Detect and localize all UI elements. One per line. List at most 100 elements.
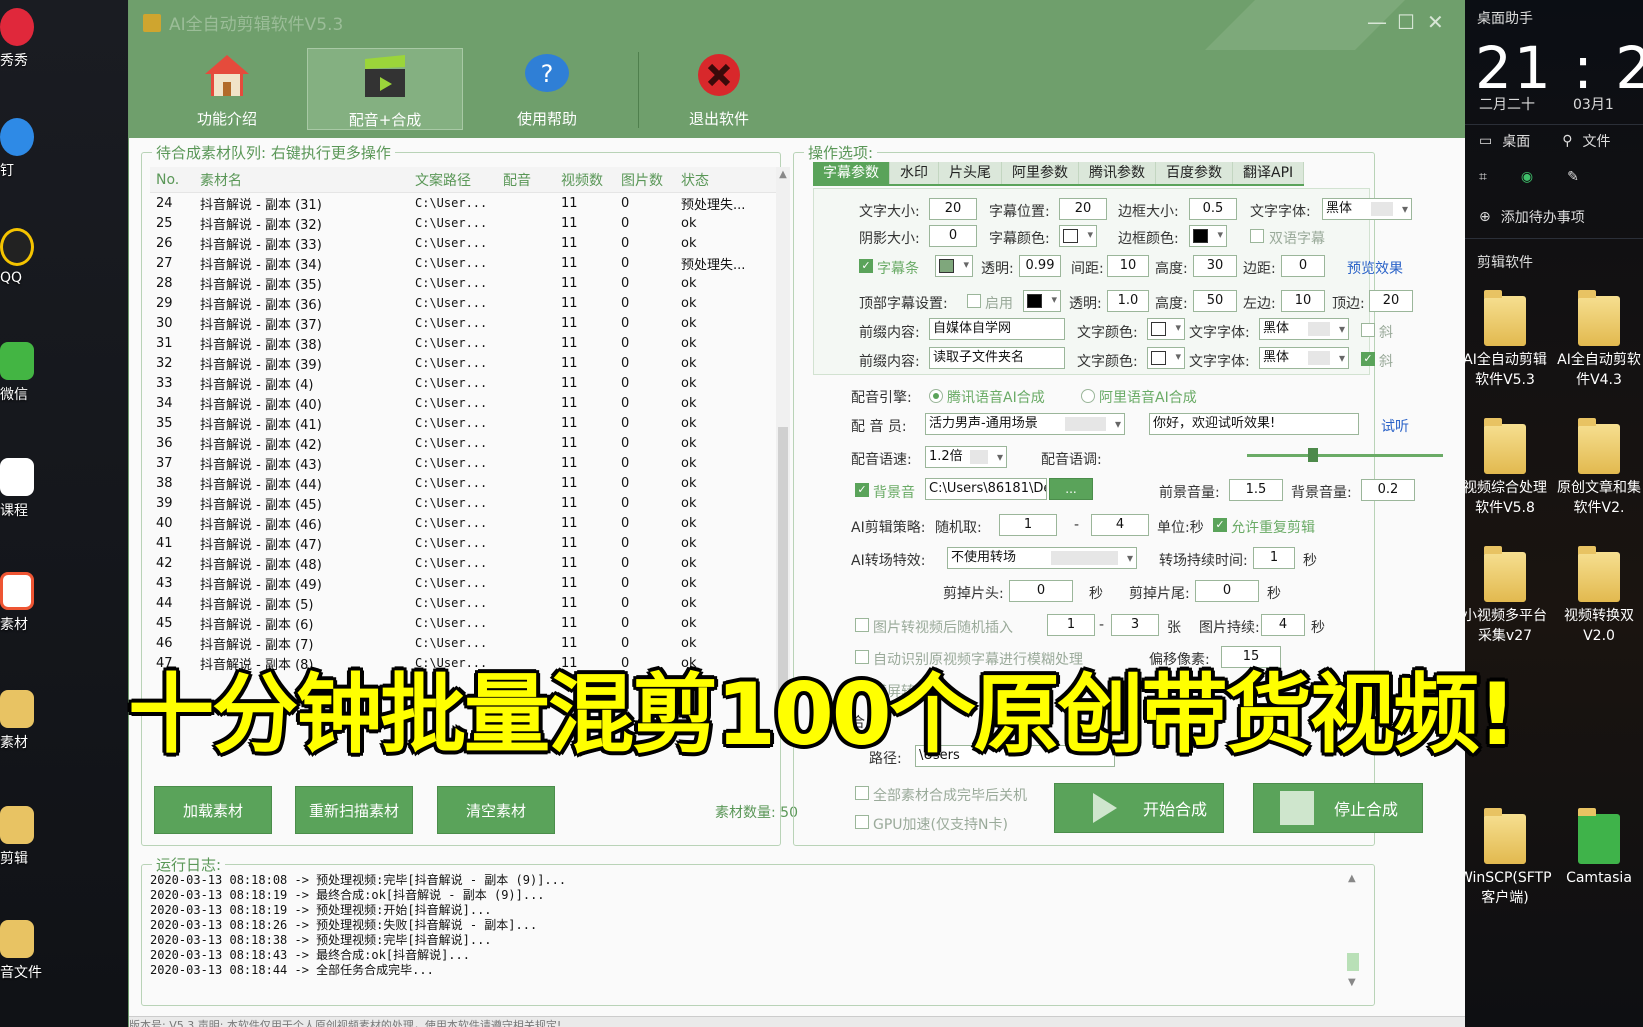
desktop-icon-wechat[interactable]: 微信 <box>0 342 60 404</box>
shadow-size-input[interactable]: 0 <box>929 225 977 247</box>
folder-icon[interactable]: 视频综合处理软件V5.8 <box>1459 418 1551 518</box>
desktop-icon-dingtalk[interactable]: 钉 <box>0 118 60 180</box>
border-size-input[interactable]: 0.5 <box>1189 198 1237 220</box>
random-min-input[interactable]: 1 <box>999 514 1057 536</box>
tab-desktop[interactable]: 桌面 <box>1502 131 1530 151</box>
folder-icon[interactable]: AI全自动剪软件V4.3 <box>1553 290 1643 390</box>
top-subtitle-color-picker[interactable] <box>1023 290 1061 312</box>
desktop-icon-meitu[interactable]: 秀秀 <box>0 8 60 70</box>
bgm-path-input[interactable]: C:\Users\86181\Desktop <box>925 478 1047 500</box>
allow-repeat-checkbox[interactable]: ✓ <box>1213 518 1227 532</box>
fg-volume-input[interactable]: 1.5 <box>1229 479 1283 501</box>
engine-tencent-radio[interactable] <box>929 389 943 403</box>
height-input[interactable]: 30 <box>1193 255 1237 277</box>
table-row[interactable]: 25 抖音解说 - 副本 (32) C:\User... 11 0 ok <box>150 213 790 233</box>
voice-select[interactable]: 活力男声-通用场景 <box>925 413 1125 435</box>
speed-select[interactable]: 1.2倍 <box>925 446 1007 468</box>
top-edge-input[interactable]: 20 <box>1369 290 1413 312</box>
table-row[interactable]: 34 抖音解说 - 副本 (40) C:\User... 11 0 ok <box>150 393 790 413</box>
margin-input[interactable]: 0 <box>1281 255 1325 277</box>
folder-icon[interactable]: WinSCP(SFTP客户端) <box>1459 808 1552 908</box>
camtasia-icon[interactable]: Camtasia <box>1553 808 1643 888</box>
table-row[interactable]: 24 抖音解说 - 副本 (31) C:\User... 11 0 预处理失... <box>150 193 790 213</box>
tab-subtitle-params[interactable]: 字幕参数 <box>813 162 890 184</box>
prefix-input-2[interactable]: 读取子文件夹名 <box>929 347 1065 369</box>
table-row[interactable]: 45 抖音解说 - 副本 (6) C:\User... 11 0 ok <box>150 613 790 633</box>
prefix-input-1[interactable]: 自媒体自学网 <box>929 318 1065 340</box>
font-size-input[interactable]: 20 <box>929 198 977 220</box>
crop-icon[interactable]: ⌗ <box>1479 169 1487 185</box>
folder-icon[interactable]: 原创文章和集软件V2. <box>1553 418 1643 518</box>
engine-ali-radio[interactable] <box>1081 389 1095 403</box>
prefix-color-picker-2[interactable] <box>1147 347 1185 369</box>
desktop-icon-qq[interactable]: QQ <box>0 228 60 286</box>
shutdown-checkbox[interactable] <box>855 786 869 800</box>
maximize-icon[interactable]: ☐ <box>1397 10 1415 34</box>
table-row[interactable]: 30 抖音解说 - 副本 (37) C:\User... 11 0 ok <box>150 313 790 333</box>
alpha-input[interactable]: 0.99 <box>1019 255 1061 277</box>
table-row[interactable]: 28 抖音解说 - 副本 (35) C:\User... 11 0 ok <box>150 273 790 293</box>
folder-icon[interactable]: 小视频多平台采集v27 <box>1459 546 1551 646</box>
italic-checkbox-2[interactable]: ✓ <box>1361 352 1375 366</box>
tab-baidu-params[interactable]: 百度参数 <box>1156 162 1233 184</box>
desktop-icon-course[interactable]: 课程 <box>0 458 60 520</box>
stop-compose-button[interactable]: 停止合成 <box>1253 783 1423 833</box>
image-insert-checkbox[interactable] <box>855 618 869 632</box>
folder-icon[interactable]: 视频转换双V2.0 <box>1553 546 1643 646</box>
top-alpha-input[interactable]: 1.0 <box>1107 290 1149 312</box>
column-header[interactable]: 文案路径 <box>415 170 503 190</box>
table-row[interactable]: 31 抖音解说 - 副本 (38) C:\User... 11 0 ok <box>150 333 790 353</box>
scroll-down-icon[interactable]: ▼ <box>1348 977 1356 988</box>
subtitle-position-input[interactable]: 20 <box>1059 198 1107 220</box>
subtitle-color-picker[interactable] <box>1059 225 1097 247</box>
table-row[interactable]: 40 抖音解说 - 副本 (46) C:\User... 11 0 ok <box>150 513 790 533</box>
tab-tencent-params[interactable]: 腾讯参数 <box>1079 162 1156 184</box>
table-row[interactable]: 32 抖音解说 - 副本 (39) C:\User... 11 0 ok <box>150 353 790 373</box>
load-material-button[interactable]: 加载素材 <box>154 786 272 834</box>
prefix-color-picker-1[interactable] <box>1147 318 1185 340</box>
tab-watermark[interactable]: 水印 <box>890 162 939 184</box>
note-icon[interactable]: ✎ <box>1567 169 1579 185</box>
tab-file[interactable]: 文件 <box>1583 131 1611 151</box>
font-select[interactable]: 黑体 <box>1322 198 1412 220</box>
table-row[interactable]: 43 抖音解说 - 副本 (49) C:\User... 11 0 ok <box>150 573 790 593</box>
column-header[interactable]: 配音 <box>503 170 561 190</box>
add-todo[interactable]: ⊕ 添加待办事项 <box>1465 202 1643 232</box>
table-row[interactable]: 39 抖音解说 - 副本 (45) C:\User... 11 0 ok <box>150 493 790 513</box>
toolbar-intro-button[interactable]: 功能介绍 <box>149 48 305 130</box>
table-row[interactable]: 27 抖音解说 - 副本 (34) C:\User... 11 0 预处理失... <box>150 253 790 273</box>
subtitle-bar-checkbox[interactable]: ✓ <box>859 259 873 273</box>
bgm-browse-button[interactable]: ... <box>1049 478 1093 500</box>
spacing-input[interactable]: 10 <box>1107 255 1149 277</box>
queue-scrollbar[interactable]: ▲ <box>776 167 790 727</box>
table-row[interactable]: 42 抖音解说 - 副本 (48) C:\User... 11 0 ok <box>150 553 790 573</box>
folder-icon[interactable]: AI全自动剪辑软件V5.3 <box>1459 290 1551 390</box>
bg-volume-input[interactable]: 0.2 <box>1361 479 1415 501</box>
rescan-material-button[interactable]: 重新扫描素材 <box>295 786 413 834</box>
italic-checkbox-1[interactable] <box>1361 323 1375 337</box>
tab-intro-outro[interactable]: 片头尾 <box>939 162 1002 184</box>
transition-duration-input[interactable]: 1 <box>1253 547 1295 569</box>
random-max-input[interactable]: 4 <box>1091 514 1149 536</box>
scroll-up-icon[interactable]: ▲ <box>1348 873 1356 884</box>
column-header[interactable]: 视频数 <box>561 170 621 190</box>
toolbar-exit-button[interactable]: 退出软件 <box>641 48 797 130</box>
tone-slider[interactable] <box>1247 448 1443 462</box>
eye-icon[interactable]: ◉ <box>1521 169 1533 185</box>
cut-head-input[interactable]: 0 <box>1009 580 1073 602</box>
desktop-icon-edit[interactable]: 剪辑 <box>0 806 60 868</box>
table-row[interactable]: 29 抖音解说 - 副本 (36) C:\User... 11 0 ok <box>150 293 790 313</box>
cut-tail-input[interactable]: 0 <box>1195 580 1259 602</box>
top-height-input[interactable]: 50 <box>1193 290 1237 312</box>
image-duration-input[interactable]: 4 <box>1261 614 1305 636</box>
transition-select[interactable]: 不使用转场 <box>947 547 1137 569</box>
scroll-thumb[interactable] <box>1347 953 1359 971</box>
start-compose-button[interactable]: 开始合成 <box>1054 783 1224 833</box>
clear-material-button[interactable]: 清空素材 <box>437 786 555 834</box>
prefix-font-select-2[interactable]: 黑体 <box>1259 347 1349 369</box>
table-row[interactable]: 37 抖音解说 - 副本 (43) C:\User... 11 0 ok <box>150 453 790 473</box>
tab-ali-params[interactable]: 阿里参数 <box>1002 162 1079 184</box>
close-icon[interactable]: ✕ <box>1427 10 1444 34</box>
gpu-checkbox[interactable] <box>855 815 869 829</box>
prefix-font-select-1[interactable]: 黑体 <box>1259 318 1349 340</box>
